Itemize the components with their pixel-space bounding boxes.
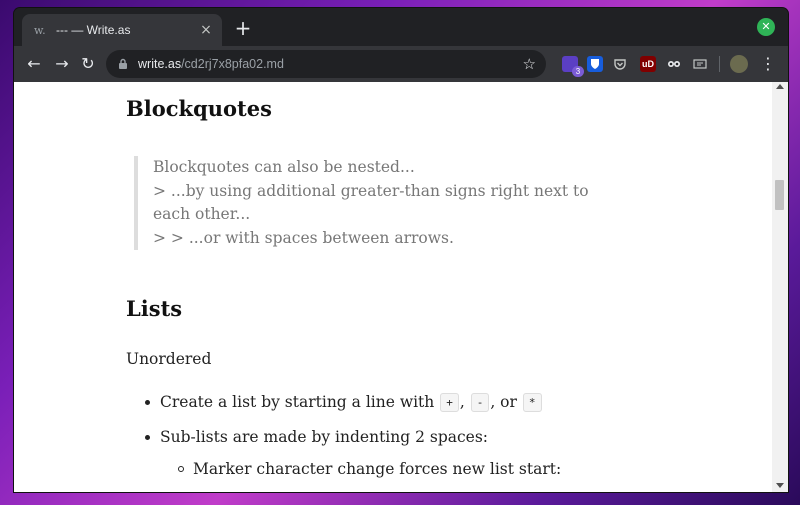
reload-button[interactable]: ↻ xyxy=(78,54,98,74)
blockquote-line: > > ...or with spaces between arrows. xyxy=(153,228,454,247)
scroll-up-arrow-icon[interactable] xyxy=(776,84,784,89)
tab-strip: w. --- — Write.as × + ✕ xyxy=(14,8,788,46)
address-bar[interactable]: write.as/cd2rj7x8pfa02.md ☆ xyxy=(106,50,546,78)
code-plus: + xyxy=(440,393,459,412)
blockquote: Blockquotes can also be nested... > ...b… xyxy=(134,156,623,250)
list-item: Sub-lists are made by indenting 2 spaces… xyxy=(145,426,543,448)
tab-close-icon[interactable]: × xyxy=(198,22,214,38)
profile-avatar[interactable] xyxy=(730,55,748,73)
tab-title: --- — Write.as xyxy=(56,23,131,37)
unordered-list: Create a list by starting a line with +,… xyxy=(145,391,543,448)
extension-badge: 3 xyxy=(572,66,584,77)
bitwarden-shield-icon[interactable] xyxy=(587,56,603,72)
ublock-icon[interactable]: uD xyxy=(640,56,656,72)
code-minus: - xyxy=(470,393,490,412)
new-tab-button[interactable]: + xyxy=(232,17,254,39)
url-text: write.as/cd2rj7x8pfa02.md xyxy=(138,57,284,71)
code-star: * xyxy=(522,393,542,412)
page-content: Blockquotes Blockquotes can also be nest… xyxy=(14,82,772,492)
list-item: Create a list by starting a line with +,… xyxy=(145,391,543,415)
unordered-label: Unordered xyxy=(126,350,212,368)
back-button[interactable]: ← xyxy=(24,54,44,74)
scroll-down-arrow-icon[interactable] xyxy=(776,483,784,488)
blockquote-line: Blockquotes can also be nested... xyxy=(153,158,415,176)
url-path: /cd2rj7x8pfa02.md xyxy=(181,57,284,71)
list-item-text: Create a list by starting a line with xyxy=(160,393,435,411)
scrollbar-thumb[interactable] xyxy=(775,180,784,210)
dev-tools-extension-icon[interactable] xyxy=(692,56,708,72)
browser-window: w. --- — Write.as × + ✕ ← → ↻ write.as/c… xyxy=(14,8,788,492)
browser-toolbar: ← → ↻ write.as/cd2rj7x8pfa02.md ☆ 3 uD ⋮ xyxy=(14,46,788,82)
vertical-scrollbar[interactable] xyxy=(772,82,788,492)
or-text: , or xyxy=(490,393,517,411)
browser-menu-icon[interactable]: ⋮ xyxy=(760,54,776,74)
lists-heading: Lists xyxy=(126,296,183,321)
forward-button[interactable]: → xyxy=(52,54,72,74)
lock-icon xyxy=(118,55,130,74)
blockquote-line: > ...by using additional greater-than si… xyxy=(153,181,589,224)
bookmark-star-icon[interactable]: ☆ xyxy=(523,55,536,73)
comma-text: , xyxy=(459,393,465,411)
write-as-favicon-icon: w. xyxy=(34,23,46,37)
pocket-icon[interactable] xyxy=(612,56,628,72)
nested-list: Marker character change forces new list … xyxy=(177,458,562,480)
toolbar-divider xyxy=(719,56,720,72)
url-host: write.as xyxy=(138,57,182,71)
list-item: Marker character change forces new list … xyxy=(177,460,562,478)
privacy-eyes-icon[interactable] xyxy=(666,56,682,72)
blockquotes-heading: Blockquotes xyxy=(126,96,272,121)
tab-write-as[interactable]: w. --- — Write.as × xyxy=(22,14,222,46)
green-extension-icon[interactable]: ✕ xyxy=(757,18,775,36)
